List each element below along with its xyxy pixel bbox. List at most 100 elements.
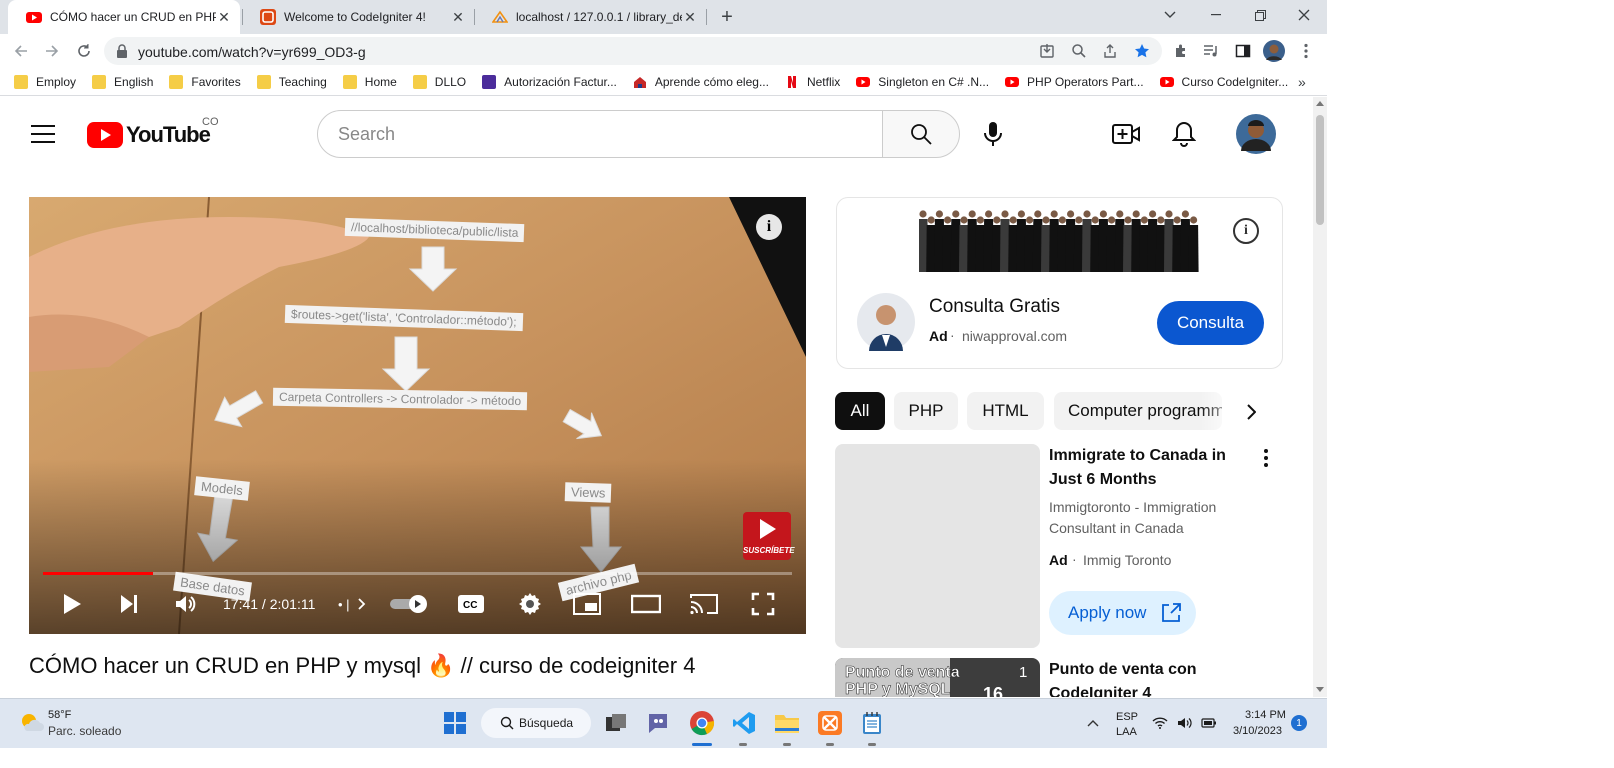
tab-phpmyadmin[interactable]: localhost / 127.0.0.1 / library_dem ✕ <box>474 0 706 34</box>
language-secondary[interactable]: LAA <box>1116 726 1137 738</box>
youtube-favicon-icon <box>26 12 42 23</box>
bookmark-employ[interactable]: Employ <box>14 74 76 89</box>
share-icon[interactable] <box>1099 40 1121 62</box>
scroll-up-icon[interactable] <box>1316 100 1324 106</box>
vscode-icon[interactable] <box>730 709 758 737</box>
weather-sun-icon[interactable] <box>18 709 44 735</box>
address-bar[interactable]: youtube.com/watch?v=yr699_OD3-g <box>104 37 1162 65</box>
recommendation-title[interactable]: Immigrate to Canada in Just 6 Months <box>1049 444 1249 492</box>
bookmark-home[interactable]: Home <box>342 74 397 89</box>
youtube-logo[interactable]: YouTube <box>87 122 211 148</box>
profile-avatar[interactable] <box>1263 40 1285 62</box>
wifi-icon[interactable] <box>1150 709 1170 737</box>
start-windows-icon[interactable] <box>441 709 469 737</box>
theater-mode-icon[interactable] <box>631 589 661 619</box>
chrome-icon[interactable] <box>688 709 716 737</box>
zoom-icon[interactable] <box>1068 40 1090 62</box>
bookmark-singleton[interactable]: Singleton en C# .N... <box>856 75 989 89</box>
bookmark-php-operators[interactable]: PHP Operators Part... <box>1005 75 1144 89</box>
close-tab-icon[interactable]: ✕ <box>682 9 698 26</box>
close-tab-icon[interactable]: ✕ <box>216 9 232 26</box>
search-button[interactable] <box>882 110 960 158</box>
miniplayer-icon[interactable] <box>572 589 602 619</box>
bookmark-netflix[interactable]: Netflix <box>785 75 840 89</box>
ad-thumbnail[interactable] <box>835 444 1040 648</box>
voice-search-icon[interactable] <box>983 121 1003 152</box>
play-button[interactable] <box>57 589 87 619</box>
new-tab-button[interactable]: + <box>705 2 749 32</box>
chip-all[interactable]: All <box>835 392 885 430</box>
chip-html[interactable]: HTML <box>967 392 1044 430</box>
chrome-menu-icon[interactable] <box>1295 40 1317 62</box>
captions-icon[interactable]: CC <box>456 592 486 616</box>
language-primary[interactable]: ESP <box>1116 711 1138 723</box>
fullscreen-icon[interactable] <box>748 589 778 619</box>
notifications-bell-icon[interactable] <box>1171 121 1197 152</box>
file-explorer-icon[interactable] <box>773 709 801 737</box>
chapter-chevron-icon[interactable] <box>355 595 369 613</box>
recommendation-title[interactable]: Punto de venta con CodeIgniter 4 <box>1049 658 1249 697</box>
battery-icon[interactable] <box>1199 709 1219 737</box>
bookmark-star-icon[interactable] <box>1131 40 1153 62</box>
minimize-button[interactable] <box>1194 0 1238 30</box>
teams-chat-icon[interactable] <box>644 709 672 737</box>
media-control-icon[interactable] <box>1200 40 1222 62</box>
bookmark-dllo[interactable]: DLLO <box>412 74 466 89</box>
notification-badge[interactable]: 1 <box>1291 715 1307 731</box>
chips-next-chevron-icon[interactable] <box>1236 397 1266 427</box>
info-icon[interactable]: i <box>756 214 782 240</box>
tab-search-icon[interactable] <box>1148 0 1192 30</box>
show-hidden-icons-chevron[interactable] <box>1079 709 1107 737</box>
install-app-icon[interactable] <box>1036 40 1058 62</box>
subscribe-watermark[interactable]: SUSCRÍBETE <box>743 512 795 560</box>
scrollbar-thumb[interactable] <box>1316 115 1324 225</box>
more-bookmarks-icon[interactable]: » <box>1298 74 1306 90</box>
autoplay-toggle[interactable] <box>387 594 433 614</box>
tab-youtube[interactable]: CÓMO hacer un CRUD en PHP y ✕ <box>8 0 240 34</box>
xampp-icon[interactable] <box>816 709 844 737</box>
bookmark-teaching[interactable]: Teaching <box>256 74 327 89</box>
progress-bar[interactable] <box>43 572 792 575</box>
chip-php[interactable]: PHP <box>894 392 958 430</box>
back-arrow-icon[interactable] <box>10 40 32 62</box>
clock-date[interactable]: 3/10/2023 <box>1233 725 1282 737</box>
extensions-icon[interactable] <box>1170 40 1192 62</box>
volume-icon[interactable] <box>171 589 201 619</box>
restore-button[interactable] <box>1238 0 1282 30</box>
settings-gear-icon[interactable] <box>515 589 545 619</box>
ad-card[interactable]: i Consulta Gratis Ad · niwapproval.com C… <box>836 197 1283 369</box>
ad-info-icon[interactable]: i <box>1233 218 1259 244</box>
hamburger-menu-icon[interactable] <box>31 124 55 149</box>
bookmark-aprende[interactable]: Aprende cómo eleg... <box>633 75 769 89</box>
task-view-icon[interactable] <box>602 709 630 737</box>
advertiser-name: Immig Toronto <box>1083 552 1172 568</box>
search-input[interactable]: Search <box>317 110 883 158</box>
forward-arrow-icon[interactable] <box>41 40 63 62</box>
page-scrollbar[interactable] <box>1313 97 1327 697</box>
tab-codeigniter[interactable]: Welcome to CodeIgniter 4! ✕ <box>242 0 474 34</box>
side-panel-icon[interactable] <box>1232 40 1254 62</box>
cast-icon[interactable] <box>689 589 719 619</box>
bookmark-favorites[interactable]: Favorites <box>169 74 241 89</box>
video-player[interactable]: //localhost/biblioteca/public/lista $rou… <box>29 197 806 634</box>
chip-computer-programming[interactable]: Computer programming <box>1054 392 1222 430</box>
bookmark-curso-codeigniter[interactable]: Curso CodeIgniter... <box>1159 75 1288 89</box>
create-video-icon[interactable] <box>1112 123 1140 150</box>
notepad-icon[interactable] <box>858 709 886 737</box>
ad-cta-button[interactable]: Consulta <box>1157 301 1264 345</box>
taskbar-search[interactable]: Búsqueda <box>481 708 591 738</box>
reload-icon[interactable] <box>73 40 95 62</box>
more-options-icon[interactable] <box>1254 445 1278 471</box>
close-window-button[interactable] <box>1282 0 1326 30</box>
clock-time[interactable]: 3:14 PM <box>1245 709 1286 721</box>
video-thumbnail[interactable]: Punto de venta PHP y MySQL 16 1 <box>835 658 1040 697</box>
close-tab-icon[interactable]: ✕ <box>450 9 466 26</box>
scroll-down-icon[interactable] <box>1316 687 1324 693</box>
apply-now-button[interactable]: Apply now <box>1049 591 1196 635</box>
bookmark-english[interactable]: English <box>92 74 153 89</box>
speaker-icon[interactable] <box>1175 709 1195 737</box>
progress-played <box>43 572 153 575</box>
avatar[interactable] <box>1236 114 1276 159</box>
bookmark-autorizacion[interactable]: Autorización Factur... <box>482 74 617 89</box>
next-button[interactable] <box>114 589 144 619</box>
